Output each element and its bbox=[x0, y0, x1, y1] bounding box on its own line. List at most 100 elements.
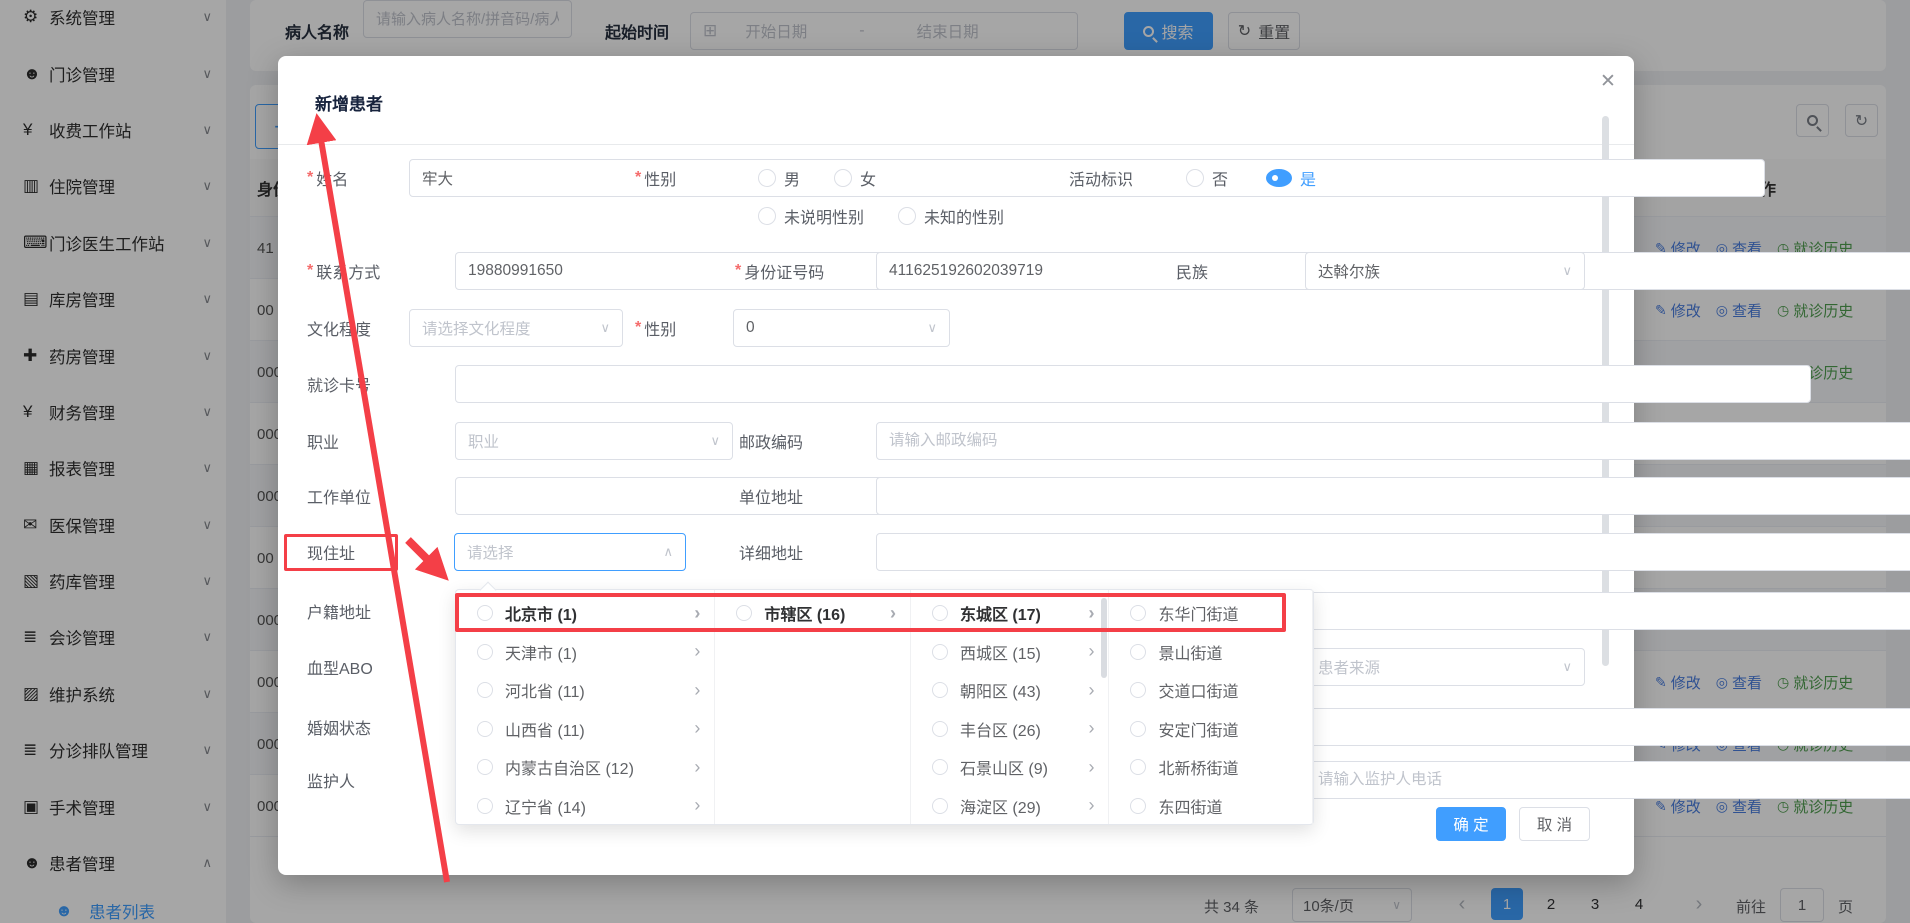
chevron-right-icon: › bbox=[694, 641, 700, 662]
active-flag-label: 活动标识 bbox=[1069, 159, 1133, 197]
radio-icon[interactable] bbox=[1130, 798, 1146, 814]
cascader-option-label: 朝阳区 (43) bbox=[960, 678, 1077, 702]
guardian-label: 监护人 bbox=[307, 761, 355, 799]
cascader-option[interactable]: 市辖区 (16) › bbox=[715, 594, 910, 633]
cascader-option[interactable]: 北新桥街道 bbox=[1109, 748, 1312, 787]
cascader-option[interactable]: 丰台区 (26) › bbox=[911, 710, 1109, 749]
required-mark: * bbox=[635, 169, 641, 187]
current-address-cascader[interactable]: 请选择 ∧ bbox=[454, 533, 686, 571]
postcode-label: 邮政编码 bbox=[739, 422, 803, 460]
cascader-option[interactable]: 天津市 (1) › bbox=[456, 633, 714, 672]
cascader-option[interactable]: 景山街道 bbox=[1109, 633, 1312, 672]
radio-male[interactable]: 男 bbox=[758, 166, 800, 190]
cascader-option[interactable]: 河北省 (11) › bbox=[456, 671, 714, 710]
gender2-label: *性别 bbox=[635, 309, 676, 347]
chevron-right-icon: › bbox=[694, 680, 700, 701]
cascader-option[interactable]: 交道口街道 bbox=[1109, 671, 1312, 710]
registered-address-label: 户籍地址 bbox=[307, 592, 371, 630]
visit-card-input[interactable] bbox=[455, 365, 1811, 403]
registered-address-extra-input[interactable] bbox=[1305, 592, 1910, 630]
unit-address-input[interactable] bbox=[876, 477, 1910, 515]
cascader-district-column: 东城区 (17) › 西城区 (15) › 朝阳区 (43) › bbox=[911, 590, 1110, 824]
radio-icon bbox=[898, 207, 916, 225]
radio-icon[interactable] bbox=[932, 644, 948, 660]
radio-unknown-gender[interactable]: 未知的性别 bbox=[898, 204, 1004, 228]
patient-source-select[interactable]: 患者来源 ∨ bbox=[1305, 648, 1585, 686]
cascader-option[interactable]: 西城区 (15) › bbox=[911, 633, 1109, 672]
radio-no[interactable]: 否 bbox=[1186, 166, 1228, 190]
radio-icon[interactable] bbox=[477, 759, 493, 775]
radio-unstated-gender[interactable]: 未说明性别 bbox=[758, 204, 864, 228]
chevron-down-icon: ∨ bbox=[710, 433, 720, 449]
radio-icon[interactable] bbox=[1130, 721, 1146, 737]
chevron-right-icon: › bbox=[1088, 641, 1094, 662]
occupation-select[interactable]: 职业 ∨ bbox=[455, 422, 733, 460]
cancel-button[interactable]: 取 消 bbox=[1519, 807, 1590, 841]
cascader-option[interactable]: 东华门街道 bbox=[1109, 594, 1312, 633]
radio-icon[interactable] bbox=[932, 682, 948, 698]
nation-label: 民族 bbox=[1176, 252, 1208, 290]
cascader-option[interactable]: 石景山区 (9) › bbox=[911, 748, 1109, 787]
radio-icon[interactable] bbox=[477, 644, 493, 660]
marital-extra-input[interactable] bbox=[1305, 708, 1910, 746]
cascader-option[interactable]: 安定门街道 bbox=[1109, 710, 1312, 749]
education-placeholder: 请选择文化程度 bbox=[422, 317, 531, 339]
cascader-option[interactable]: 辽宁省 (14) › bbox=[456, 787, 714, 825]
cascader-option[interactable]: 北京市 (1) › bbox=[456, 594, 714, 633]
required-mark: * bbox=[307, 169, 313, 187]
radio-icon[interactable] bbox=[932, 759, 948, 775]
radio-icon[interactable] bbox=[932, 721, 948, 737]
radio-icon[interactable] bbox=[932, 798, 948, 814]
guardian-phone-input[interactable] bbox=[1305, 761, 1910, 799]
chevron-right-icon: › bbox=[1088, 795, 1094, 816]
cascader-option-label: 景山街道 bbox=[1158, 640, 1298, 664]
radio-icon[interactable] bbox=[736, 605, 752, 621]
education-select[interactable]: 请选择文化程度 ∨ bbox=[409, 309, 623, 347]
cascader-scrollbar[interactable] bbox=[1101, 598, 1107, 678]
radio-icon[interactable] bbox=[477, 721, 493, 737]
chevron-down-icon: ∨ bbox=[600, 320, 610, 336]
radio-yes[interactable]: 是 bbox=[1266, 166, 1316, 190]
detail-address-input[interactable] bbox=[876, 533, 1910, 571]
gender2-select[interactable]: 0 ∨ bbox=[733, 309, 950, 347]
form-row-contact: *联系方式 *身份证号码 民族 达斡尔族 ∨ bbox=[278, 252, 1634, 290]
radio-icon[interactable] bbox=[1130, 644, 1146, 660]
radio-icon[interactable] bbox=[477, 605, 493, 621]
chevron-right-icon: › bbox=[1088, 680, 1094, 701]
radio-icon[interactable] bbox=[477, 682, 493, 698]
radio-icon bbox=[758, 207, 776, 225]
confirm-button[interactable]: 确 定 bbox=[1436, 807, 1506, 841]
radio-icon[interactable] bbox=[477, 798, 493, 814]
gender-label: *性别 bbox=[635, 159, 676, 197]
cascader-option-label: 山西省 (11) bbox=[505, 717, 682, 741]
nation-select[interactable]: 达斡尔族 ∨ bbox=[1305, 252, 1585, 290]
radio-icon bbox=[1186, 169, 1204, 187]
cascader-option[interactable]: 东四街道 bbox=[1109, 787, 1312, 825]
modal-header-divider bbox=[278, 144, 1634, 145]
radio-icon[interactable] bbox=[932, 605, 948, 621]
gender-radio-group-extra: 未说明性别 未知的性别 bbox=[758, 197, 1004, 235]
postcode-input[interactable] bbox=[876, 422, 1910, 460]
cascader-option[interactable]: 山西省 (11) › bbox=[456, 710, 714, 749]
radio-icon[interactable] bbox=[1130, 759, 1146, 775]
chevron-down-icon: ∨ bbox=[1562, 263, 1572, 279]
form-row-occupation: 职业 职业 ∨ 邮政编码 bbox=[278, 422, 1634, 460]
close-icon[interactable]: ✕ bbox=[1594, 64, 1622, 99]
form-row-visit-card: 就诊卡号 bbox=[278, 365, 1634, 403]
cascader-street-column: 东华门街道 景山街道 交道口街道 安定门街道 bbox=[1109, 590, 1313, 824]
contact-label: *联系方式 bbox=[307, 252, 380, 290]
cascader-option[interactable]: 内蒙古自治区 (12) › bbox=[456, 748, 714, 787]
cascader-option-label: 河北省 (11) bbox=[505, 678, 682, 702]
radio-icon[interactable] bbox=[1130, 605, 1146, 621]
radio-female[interactable]: 女 bbox=[834, 166, 876, 190]
cascader-option[interactable]: 朝阳区 (43) › bbox=[911, 671, 1109, 710]
detail-address-label: 详细地址 bbox=[739, 533, 803, 571]
patient-source-placeholder: 患者来源 bbox=[1318, 656, 1380, 678]
radio-icon bbox=[758, 169, 776, 187]
required-mark: * bbox=[307, 262, 313, 280]
cascader-option[interactable]: 东城区 (17) › bbox=[911, 594, 1109, 633]
cascader-option[interactable]: 海淀区 (29) › bbox=[911, 787, 1109, 825]
chevron-right-icon: › bbox=[694, 757, 700, 778]
work-unit-label: 工作单位 bbox=[307, 477, 371, 515]
radio-icon[interactable] bbox=[1130, 682, 1146, 698]
